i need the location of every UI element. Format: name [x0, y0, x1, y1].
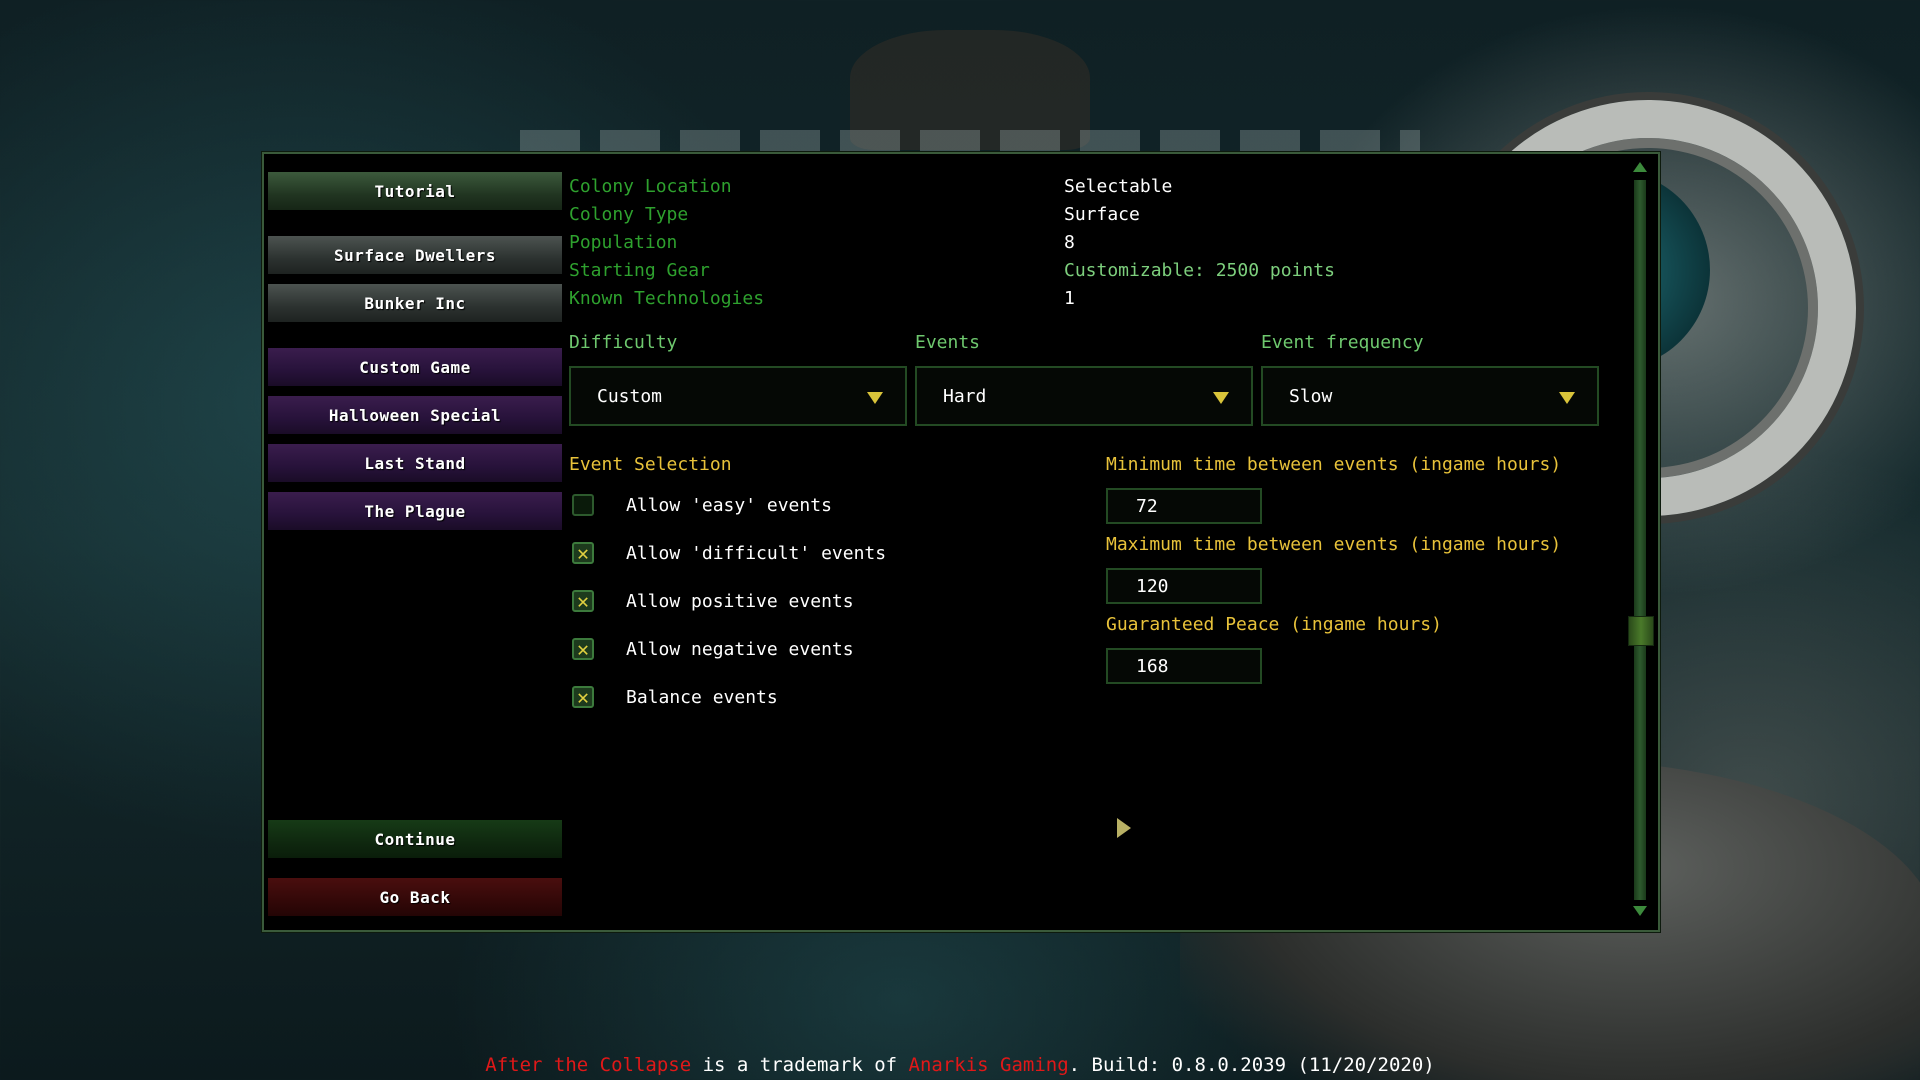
go-back-button[interactable]: Go Back — [268, 878, 562, 916]
bunker-inc-button[interactable]: Bunker Inc — [268, 284, 562, 322]
colony-type-value: Surface — [1064, 204, 1140, 225]
event-selection-title: Event Selection — [569, 454, 732, 475]
last-stand-button[interactable]: Last Stand — [268, 444, 562, 482]
footer-trademark-text: is a trademark of — [691, 1054, 909, 1076]
dropdown-arrow-icon — [867, 392, 883, 404]
continue-button[interactable]: Continue — [268, 820, 562, 858]
events-dropdown-value: Hard — [943, 385, 987, 407]
known-technologies-label: Known Technologies — [569, 288, 765, 309]
difficulty-dropdown[interactable]: Custom — [569, 366, 907, 426]
the-plague-button[interactable]: The Plague — [268, 492, 562, 530]
scrollbar-thumb[interactable] — [1628, 616, 1654, 646]
population-value: 8 — [1064, 232, 1075, 253]
colony-type-label: Colony Type — [569, 204, 689, 225]
footer-company: Anarkis Gaming — [908, 1054, 1069, 1076]
event-frequency-dropdown[interactable]: Slow — [1261, 366, 1599, 426]
balance-events-checkbox[interactable]: ✕ Balance events — [572, 684, 778, 710]
starting-gear-label: Starting Gear — [569, 260, 710, 281]
min-time-input[interactable]: 72 — [1106, 488, 1262, 524]
checkbox-checked-icon: ✕ — [572, 590, 594, 612]
scrollbar[interactable] — [1628, 162, 1654, 918]
scrollbar-track[interactable] — [1634, 180, 1646, 900]
scroll-up-arrow-icon[interactable] — [1633, 162, 1647, 172]
events-label: Events — [915, 332, 981, 353]
footer-trademark: After the Collapse is a trademark of Ana… — [0, 1054, 1920, 1076]
min-time-label: Minimum time between events (ingame hour… — [1106, 454, 1562, 475]
allow-easy-events-checkbox[interactable]: Allow 'easy' events — [572, 492, 832, 518]
checkbox-label: Allow positive events — [626, 590, 854, 612]
surface-dwellers-button[interactable]: Surface Dwellers — [268, 236, 562, 274]
scroll-down-arrow-icon[interactable] — [1633, 906, 1647, 916]
colony-location-label: Colony Location — [569, 176, 732, 197]
checkbox-label: Allow 'easy' events — [626, 494, 832, 516]
allow-difficult-events-checkbox[interactable]: ✕ Allow 'difficult' events — [572, 540, 886, 566]
halloween-special-button[interactable]: Halloween Special — [268, 396, 562, 434]
guaranteed-peace-input[interactable]: 168 — [1106, 648, 1262, 684]
events-dropdown[interactable]: Hard — [915, 366, 1253, 426]
starting-gear-value: Customizable: 2500 points — [1064, 260, 1335, 281]
checkbox-empty-icon — [572, 494, 594, 516]
checkbox-label: Allow negative events — [626, 638, 854, 660]
event-frequency-label: Event frequency — [1261, 332, 1424, 353]
population-label: Population — [569, 232, 678, 253]
difficulty-dropdown-value: Custom — [597, 385, 663, 407]
new-game-panel: Tutorial Surface Dwellers Bunker Inc Cus… — [262, 152, 1660, 932]
allow-positive-events-checkbox[interactable]: ✕ Allow positive events — [572, 588, 854, 614]
known-technologies-value: 1 — [1064, 288, 1075, 309]
dropdown-arrow-icon — [1559, 392, 1575, 404]
dropdown-arrow-icon — [1213, 392, 1229, 404]
tutorial-button[interactable]: Tutorial — [268, 172, 562, 210]
max-time-label: Maximum time between events (ingame hour… — [1106, 534, 1562, 555]
footer-game-name: After the Collapse — [485, 1054, 692, 1076]
checkbox-checked-icon: ✕ — [572, 542, 594, 564]
checkbox-checked-icon: ✕ — [572, 686, 594, 708]
difficulty-label: Difficulty — [569, 332, 678, 353]
mouse-cursor-icon — [1117, 818, 1131, 838]
colony-location-value: Selectable — [1064, 176, 1173, 197]
footer-build-text: . Build: 0.8.0.2039 (11/20/2020) — [1068, 1054, 1435, 1076]
allow-negative-events-checkbox[interactable]: ✕ Allow negative events — [572, 636, 854, 662]
checkbox-label: Balance events — [626, 686, 778, 708]
guaranteed-peace-label: Guaranteed Peace (ingame hours) — [1106, 614, 1442, 635]
max-time-input[interactable]: 120 — [1106, 568, 1262, 604]
custom-game-button[interactable]: Custom Game — [268, 348, 562, 386]
checkbox-checked-icon: ✕ — [572, 638, 594, 660]
event-frequency-dropdown-value: Slow — [1289, 385, 1333, 407]
checkbox-label: Allow 'difficult' events — [626, 542, 887, 564]
